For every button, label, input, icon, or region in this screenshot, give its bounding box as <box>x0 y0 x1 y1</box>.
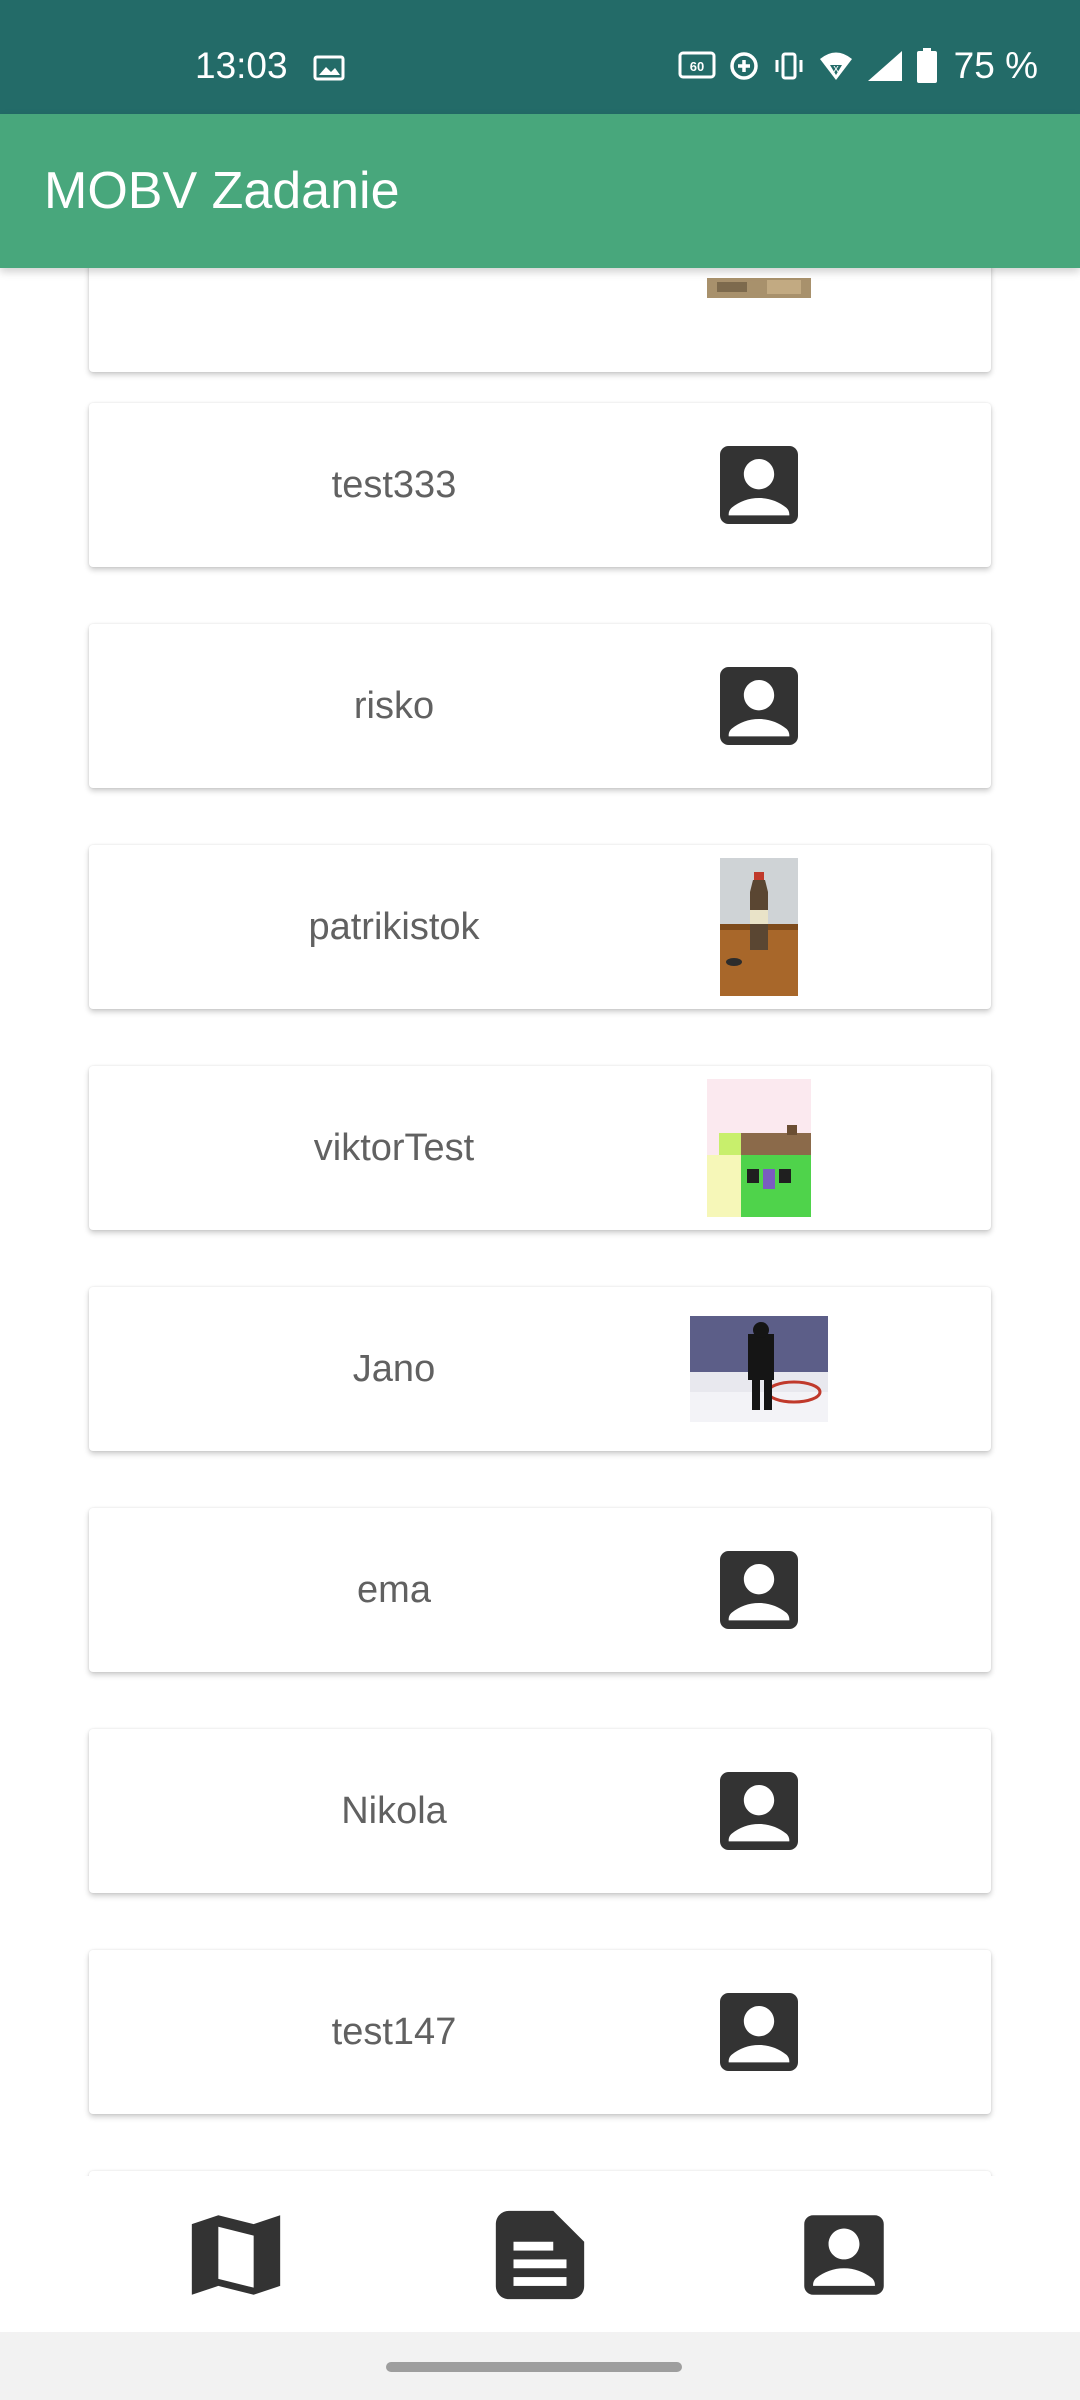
user-card[interactable]: test147 <box>89 1950 991 2114</box>
gesture-handle[interactable] <box>386 2362 682 2372</box>
default-avatar-icon <box>689 1745 829 1877</box>
default-avatar-icon <box>689 1524 829 1656</box>
user-card[interactable]: Nikola <box>89 1729 991 1893</box>
nav-map[interactable] <box>176 2202 296 2312</box>
user-name: risko <box>353 685 435 727</box>
bottle-photo <box>689 858 829 996</box>
vibrate-icon <box>772 50 806 82</box>
user-list[interactable]: test333 risko patrikistok viktorTest Jan… <box>0 268 1080 2176</box>
signal-icon <box>866 49 904 83</box>
nav-feed[interactable] <box>480 2202 600 2312</box>
gallery-icon <box>313 55 345 86</box>
user-name: test147 <box>331 2011 457 2053</box>
battery-percentage: 75 % <box>953 45 1038 86</box>
user-card[interactable]: Jano <box>89 1287 991 1451</box>
svg-text:60: 60 <box>689 59 703 74</box>
bottom-navigation <box>0 2176 1080 2332</box>
60hz-icon: 60 <box>678 51 716 81</box>
user-card[interactable]: ema <box>89 1508 991 1672</box>
user-name: ema <box>357 1569 431 1611</box>
svg-text:x: x <box>833 63 839 75</box>
gesture-navigation-area <box>0 2332 1080 2400</box>
default-avatar-icon <box>689 419 829 551</box>
user-name: Nikola <box>341 1790 447 1832</box>
feed-icon <box>487 2202 593 2313</box>
app-bar: MOBV Zadanie <box>0 114 1080 268</box>
status-time: 13:03 <box>195 45 288 86</box>
status-icons: 60 x 75 % <box>678 44 1038 88</box>
pixel-art-photo <box>689 1079 829 1217</box>
user-card[interactable]: patrikistok <box>89 845 991 1009</box>
user-name: Jano <box>352 1348 436 1390</box>
data-saver-icon <box>728 50 760 82</box>
user-card[interactable]: viktorTest <box>89 1066 991 1230</box>
user-card[interactable]: risko <box>89 624 991 788</box>
wifi-icon: x <box>818 50 854 82</box>
battery-icon <box>916 48 938 84</box>
default-avatar-icon <box>689 1966 829 2098</box>
user-card-partial[interactable] <box>89 268 991 372</box>
map-icon <box>183 2202 289 2313</box>
user-name: viktorTest <box>313 1127 475 1169</box>
user-name: patrikistok <box>308 906 480 948</box>
default-avatar-icon <box>689 640 829 772</box>
user-name: test333 <box>331 464 457 506</box>
profile-icon <box>791 2202 897 2313</box>
app-title: MOBV Zadanie <box>44 162 400 220</box>
nav-profile[interactable] <box>784 2202 904 2312</box>
status-bar: 13:03 60 x 75 % <box>0 0 1080 114</box>
photo-thumbnail <box>689 278 829 302</box>
hockey-photo <box>689 1303 829 1435</box>
user-card[interactable]: test333 <box>89 403 991 567</box>
